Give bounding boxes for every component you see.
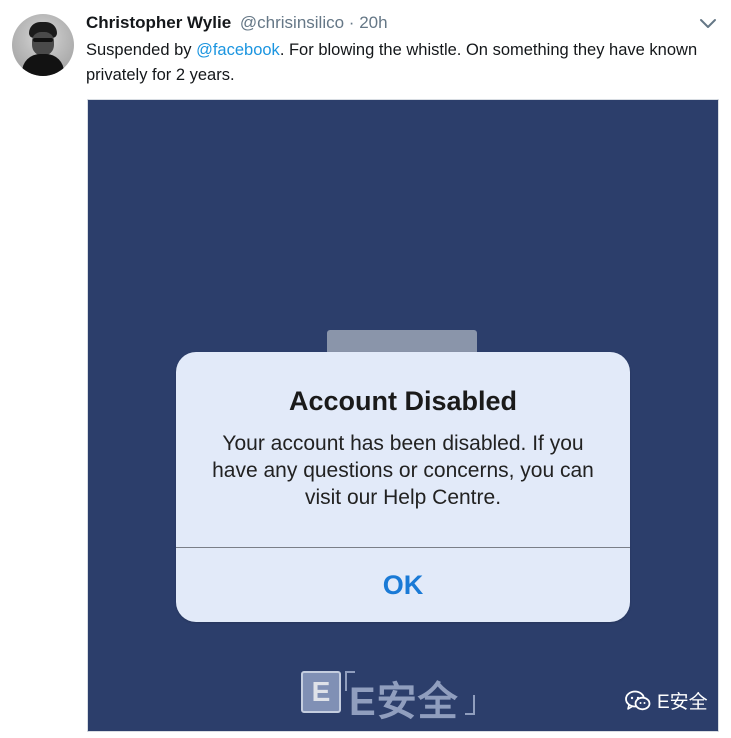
wechat-icon	[625, 690, 651, 710]
tweet-text-start: Suspended by	[86, 41, 197, 59]
tweet-media-image[interactable]: Account Disabled Your account has been d…	[87, 99, 719, 732]
wechat-label: E安全	[657, 692, 708, 713]
separator: ·	[348, 13, 355, 32]
tweet-text: Suspended by @facebook. For blowing the …	[86, 38, 706, 88]
author-handle[interactable]: @chrisinsilico	[240, 13, 344, 32]
wechat-badge: E安全	[625, 687, 708, 714]
ok-button: OK	[382, 569, 424, 600]
timestamp[interactable]: 20h	[359, 13, 387, 32]
account-disabled-dialog: Account Disabled Your account has been d…	[176, 352, 630, 622]
avatar[interactable]	[12, 14, 74, 76]
watermark-bracket-right	[465, 695, 475, 715]
author-name[interactable]: Christopher Wylie	[86, 13, 231, 32]
tweet-header: Christopher Wylie @chrisinsilico · 20h	[86, 12, 388, 34]
dialog-title: Account Disabled	[288, 386, 518, 416]
mention-link[interactable]: @facebook	[196, 41, 280, 59]
watermark-logo-icon: E	[301, 671, 341, 713]
dialog-message: Your account has been disabled. If you h…	[212, 432, 594, 509]
watermark-text: E安全	[349, 680, 459, 724]
tweet: Christopher Wylie @chrisinsilico · 20h S…	[0, 0, 731, 738]
chevron-down-icon[interactable]	[698, 16, 718, 32]
